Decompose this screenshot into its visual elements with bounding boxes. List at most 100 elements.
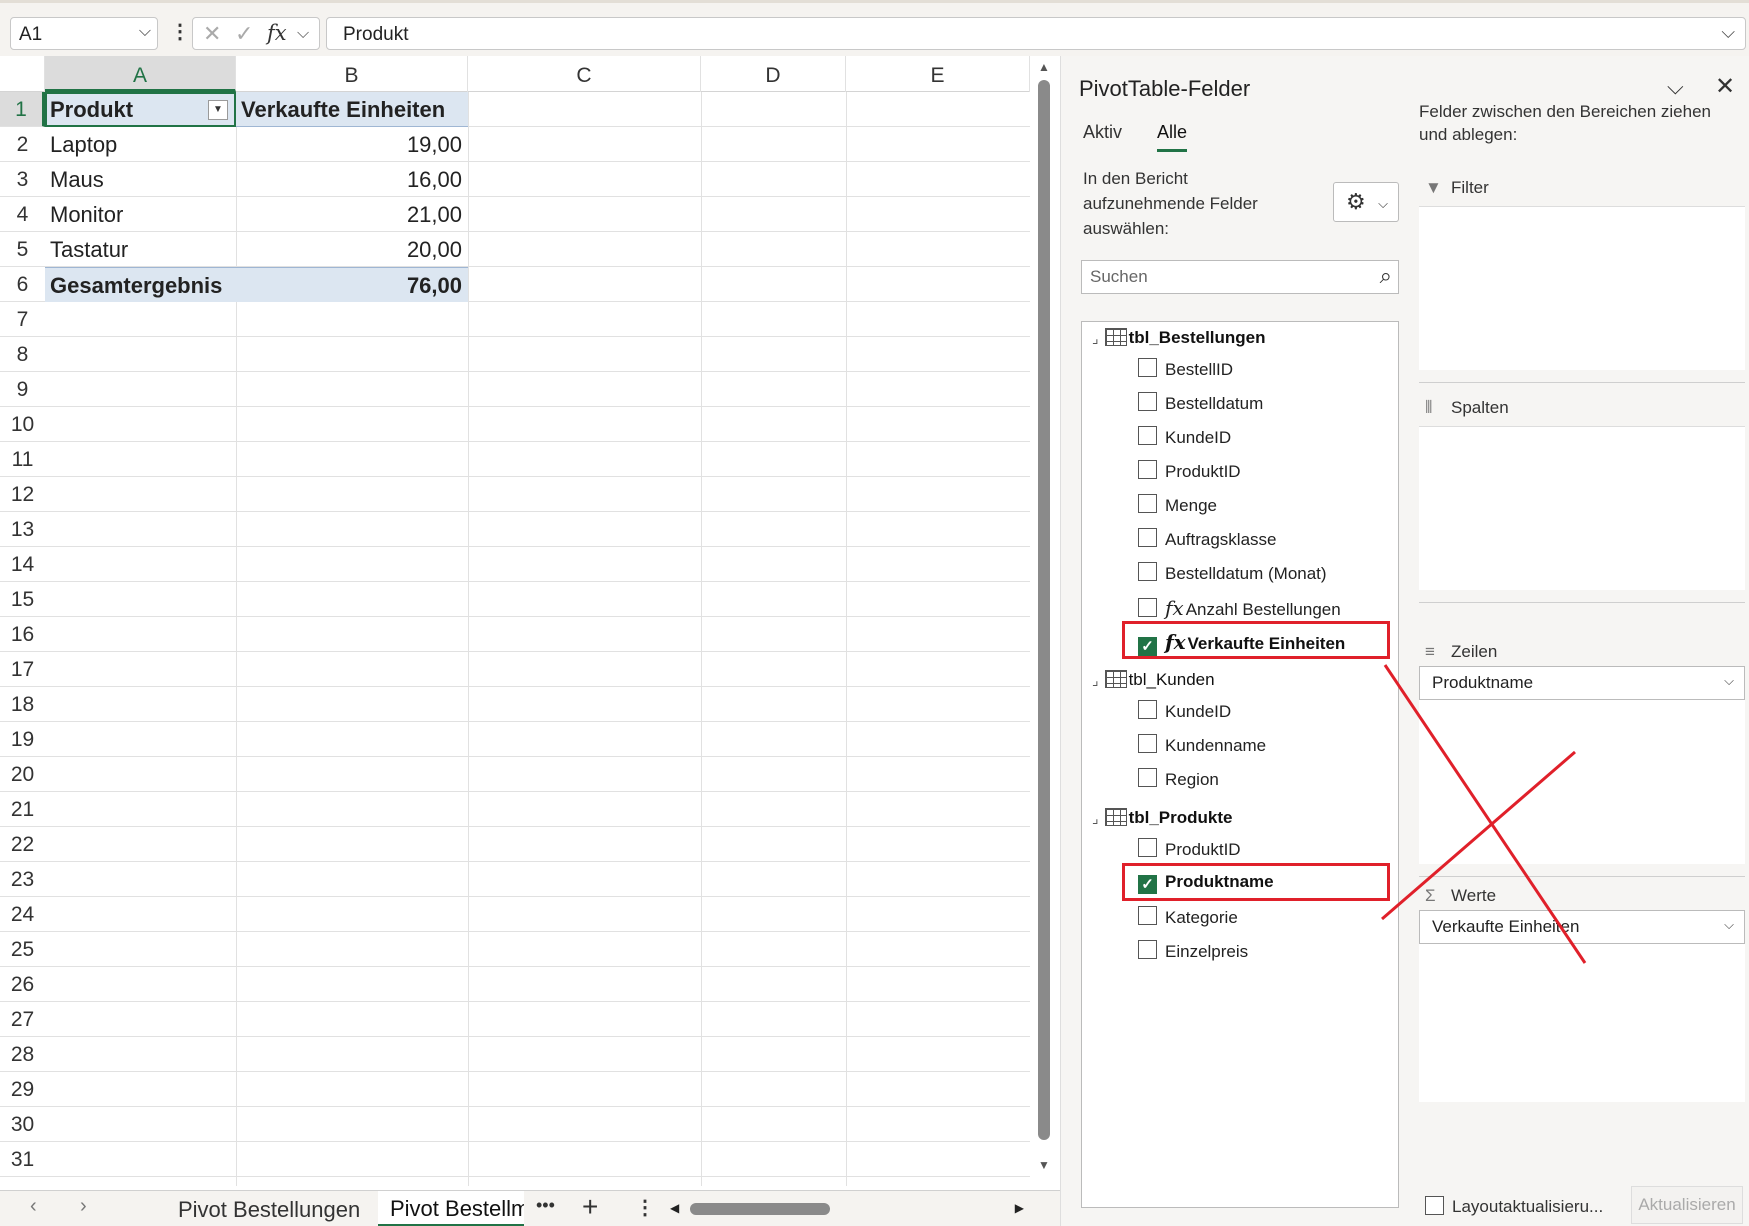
row-header-4[interactable]: 4 [0,197,45,232]
field-kundeid[interactable]: KundeID [1138,426,1231,448]
add-sheet-icon[interactable]: + [582,1191,598,1223]
field-region[interactable]: Region [1138,768,1219,790]
checkbox-icon[interactable] [1138,838,1157,857]
pivot-row-label[interactable]: Maus [45,162,236,197]
row-header-18[interactable]: 18 [0,687,45,722]
checkbox-icon[interactable] [1138,460,1157,479]
checkbox-icon[interactable] [1138,358,1157,377]
table-node-tbl_bestellungen[interactable]: ⌟ tbl_Bestellungen [1092,328,1266,348]
pivot-grand-total-value[interactable]: 76,00 [236,267,468,302]
field-bestelldatum-monat[interactable]: Bestelldatum (Monat) [1138,562,1327,584]
tree-collapse-icon[interactable]: ⌟ [1092,810,1099,826]
checkbox-icon[interactable]: ✓ [1138,875,1157,894]
row-header-23[interactable]: 23 [0,862,45,897]
tree-collapse-icon[interactable]: ⌟ [1092,672,1099,688]
row-header-25[interactable]: 25 [0,932,45,967]
field-produktid[interactable]: ProduktID [1138,838,1241,860]
scroll-right-icon[interactable]: ▶ [1015,1201,1024,1215]
row-header-3[interactable]: 3 [0,162,45,197]
column-header-d[interactable]: D [701,56,846,92]
filter-drop-area[interactable] [1419,206,1745,370]
checkbox-icon[interactable] [1138,494,1157,513]
row-header-10[interactable]: 10 [0,407,45,442]
row-header-24[interactable]: 24 [0,897,45,932]
row-header-12[interactable]: 12 [0,477,45,512]
row-header-9[interactable]: 9 [0,372,45,407]
sheet-vertical-scrollbar[interactable]: ▲ ▼ [1032,56,1056,1186]
row-header-15[interactable]: 15 [0,582,45,617]
pivot-row-label[interactable]: Tastatur [45,232,236,267]
pivot-value-cell[interactable]: 16,00 [236,162,468,197]
scroll-left-icon[interactable]: ◀ [670,1201,679,1215]
column-header-c[interactable]: C [468,56,701,92]
pivot-value-cell[interactable]: 20,00 [236,232,468,267]
field-kundeid[interactable]: KundeID [1138,700,1231,722]
chevron-down-icon[interactable]: ⌵ [1724,917,1734,933]
field-anzahl-bestellungen[interactable]: fx Anzahl Bestellungen [1138,596,1341,620]
checkbox-icon[interactable] [1138,426,1157,445]
row-header-16[interactable]: 16 [0,617,45,652]
tab-alle[interactable]: Alle [1157,122,1188,152]
row-header-13[interactable]: 13 [0,512,45,547]
pivot-grand-total-label[interactable]: Gesamtergebnis [45,267,236,302]
name-box[interactable]: A1 ⌵ [10,17,158,50]
name-box-chevron-icon[interactable]: ⌵ [139,23,151,41]
cell-grid[interactable]: Produkt Verkaufte Einheiten ▼ Laptop 19,… [45,92,1030,1186]
checkbox-icon[interactable] [1138,528,1157,547]
checkbox-icon[interactable] [1138,906,1157,925]
row-header-20[interactable]: 20 [0,757,45,792]
checkbox-icon[interactable] [1138,562,1157,581]
checkbox-icon[interactable] [1425,1196,1444,1215]
checkbox-icon[interactable] [1138,940,1157,959]
row-header-7[interactable]: 7 [0,302,45,337]
defer-layout-update-checkbox[interactable]: Layoutaktualisieru... [1425,1196,1603,1217]
field-verkaufte-einheiten[interactable]: ✓ fx Verkaufte Einheiten [1138,630,1345,656]
sheet-tab-pivot-bestellungen[interactable]: Pivot Bestellungen [178,1197,360,1223]
row-header-30[interactable]: 30 [0,1107,45,1142]
table-node-tbl_produkte[interactable]: ⌟ tbl_Produkte [1092,808,1232,828]
row-header-8[interactable]: 8 [0,337,45,372]
next-sheet-icon[interactable]: › [80,1195,87,1218]
chevron-down-icon[interactable]: ⌵ [1724,673,1734,689]
prev-sheet-icon[interactable]: ‹ [30,1195,37,1218]
pivot-row-label[interactable]: Monitor [45,197,236,232]
row-header-26[interactable]: 26 [0,967,45,1002]
field-bestellid[interactable]: BestellID [1138,358,1233,380]
cancel-icon[interactable]: ✕ [203,21,221,47]
row-header-28[interactable]: 28 [0,1037,45,1072]
field-menge[interactable]: Menge [1138,494,1217,516]
field-bestelldatum[interactable]: Bestelldatum [1138,392,1263,414]
rows-area-item[interactable]: Produktname ⌵ [1419,666,1745,700]
values-area-item[interactable]: Verkaufte Einheiten ⌵ [1419,910,1745,944]
vertical-scroll-thumb[interactable] [1038,80,1050,1140]
formula-input[interactable]: Produkt ⌵ [326,17,1746,50]
filter-dropdown-icon[interactable]: ▼ [208,100,228,120]
field-settings-button[interactable]: ⚙ ⌵ [1333,182,1399,222]
row-header-17[interactable]: 17 [0,652,45,687]
tree-collapse-icon[interactable]: ⌟ [1092,330,1099,346]
table-node-tbl_kunden[interactable]: ⌟ tbl_Kunden [1092,670,1215,690]
row-header-11[interactable]: 11 [0,442,45,477]
insert-function-icon[interactable]: fx [267,21,287,45]
pivot-value-cell[interactable]: 19,00 [236,127,468,162]
checkbox-icon[interactable] [1138,734,1157,753]
field-kategorie[interactable]: Kategorie [1138,906,1238,928]
row-header-29[interactable]: 29 [0,1072,45,1107]
update-button[interactable]: Aktualisieren [1631,1186,1743,1224]
column-header-a[interactable]: A [45,56,236,92]
field-kundenname[interactable]: Kundenname [1138,734,1266,756]
more-sheets-icon[interactable]: ••• [536,1195,555,1216]
formula-bar-more-icon[interactable]: ⋮ [170,19,190,44]
row-header-27[interactable]: 27 [0,1002,45,1037]
row-header-19[interactable]: 19 [0,722,45,757]
column-header-b[interactable]: B [236,56,468,92]
horizontal-scrollbar[interactable]: ◀ ▶ [668,1199,1028,1219]
scroll-up-icon[interactable]: ▲ [1038,60,1050,74]
sheet-tab-pivot-bestellmenge[interactable]: Pivot Bestellm [378,1191,524,1226]
columns-drop-area[interactable] [1419,426,1745,590]
row-header-22[interactable]: 22 [0,827,45,862]
row-header-31[interactable]: 31 [0,1142,45,1177]
field-produktname[interactable]: ✓ Produktname [1138,872,1274,894]
pane-options-chevron-icon[interactable]: ⌵ [1667,74,1684,100]
checkbox-icon[interactable] [1138,598,1157,617]
